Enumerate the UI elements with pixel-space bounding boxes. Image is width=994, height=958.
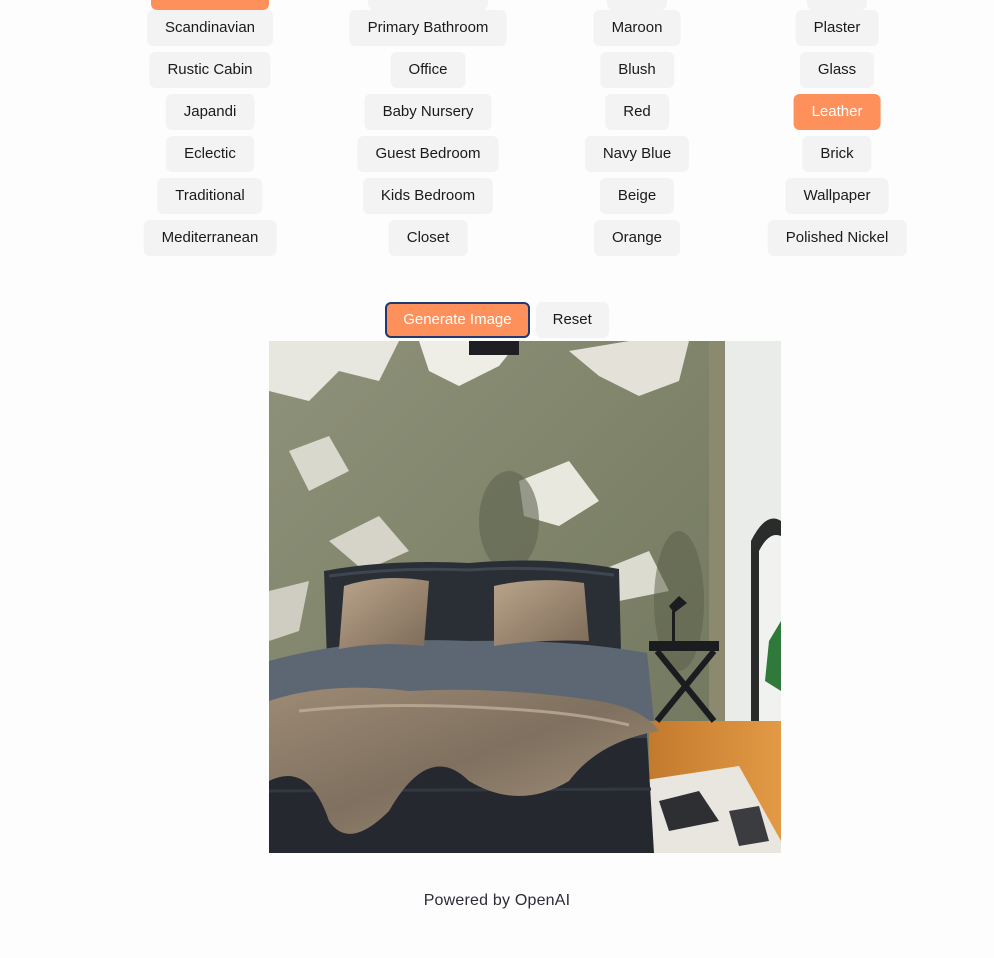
room-chip-primary-bathroom[interactable]: Primary Bathroom [349,10,507,46]
action-bar: Generate Image Reset [0,302,994,338]
generated-image [269,341,781,853]
style-chip-scandinavian[interactable]: Scandinavian [146,10,274,46]
color-chip-navy-blue[interactable]: Navy Blue [584,136,690,172]
room-chip-baby-nursery[interactable]: Baby Nursery [364,94,492,130]
style-chip-eclectic[interactable]: Eclectic [166,136,254,172]
room-chip-kids-bedroom[interactable]: Kids Bedroom [362,178,494,214]
style-chip-japandi[interactable]: Japandi [165,94,255,130]
material-chip-plaster[interactable]: Plaster [795,10,879,46]
reset-button[interactable]: Reset [535,302,609,338]
color-chip-beige[interactable]: Beige [599,178,675,214]
material-chip-wallpaper[interactable]: Wallpaper [785,178,889,214]
room-chip-hidden[interactable] [368,0,488,10]
style-chip-mediterranean[interactable]: Mediterranean [143,220,277,256]
generate-image-button[interactable]: Generate Image [385,302,530,338]
material-chip-polished-nickel[interactable]: Polished Nickel [767,220,907,256]
room-chip-office[interactable]: Office [390,52,466,88]
color-chip-orange[interactable]: Orange [593,220,681,256]
room-chip-guest-bedroom[interactable]: Guest Bedroom [357,136,499,172]
material-chip-brick[interactable]: Brick [802,136,872,172]
powered-by-footer: Powered by OpenAI [423,892,571,909]
material-chip-glass[interactable]: Glass [799,52,875,88]
color-chip-blush[interactable]: Blush [600,52,674,88]
style-chip-rustic-cabin[interactable]: Rustic Cabin [149,52,271,88]
color-chip-red[interactable]: Red [605,94,669,130]
style-chip-traditional[interactable]: Traditional [157,178,263,214]
material-chip-hidden[interactable] [807,0,867,10]
style-chip-hidden[interactable] [151,0,269,10]
app-page: Scandinavian Rustic Cabin Japandi Eclect… [0,0,994,958]
material-chip-leather[interactable]: Leather [793,94,881,130]
color-chip-hidden[interactable] [607,0,667,10]
color-chip-maroon[interactable]: Maroon [593,10,681,46]
room-chip-closet[interactable]: Closet [388,220,468,256]
